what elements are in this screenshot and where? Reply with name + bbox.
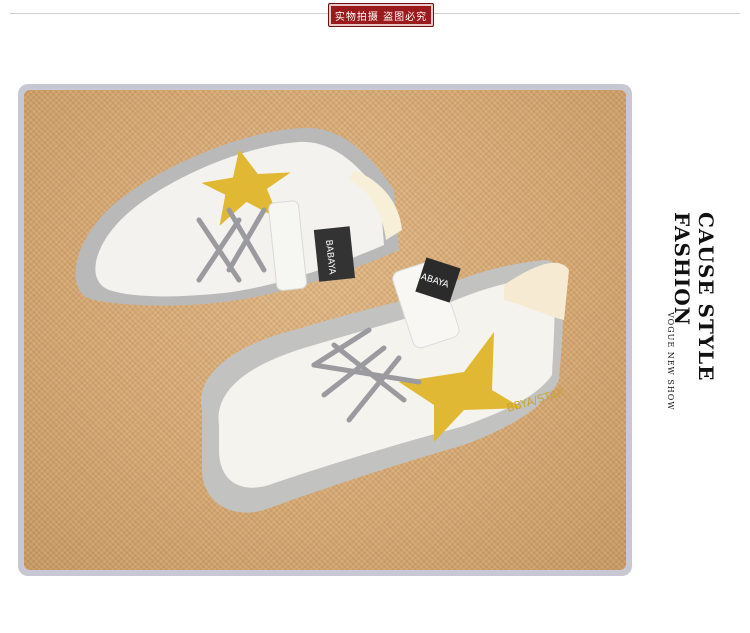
top-divider-right [432, 13, 740, 14]
back-shoe: BABAYA [75, 127, 402, 306]
real-photo-badge: 实物拍摄 盗图必究 [328, 3, 434, 27]
slogan-line-2: FASHION [670, 212, 694, 326]
brand-slogan: CAUSE STYLE FASHION VOGUE NEW SHOW [666, 212, 718, 452]
slogan-line-3: VOGUE NEW SHOW [666, 312, 675, 411]
slogan-line-1: CAUSE STYLE [694, 212, 718, 382]
sneakers-illustration: BABAYA BABAYA BBYA/STAR [75, 127, 569, 513]
top-divider-left [10, 13, 328, 14]
product-photo: BABAYA BABAYA BBYA/STAR [24, 90, 626, 570]
